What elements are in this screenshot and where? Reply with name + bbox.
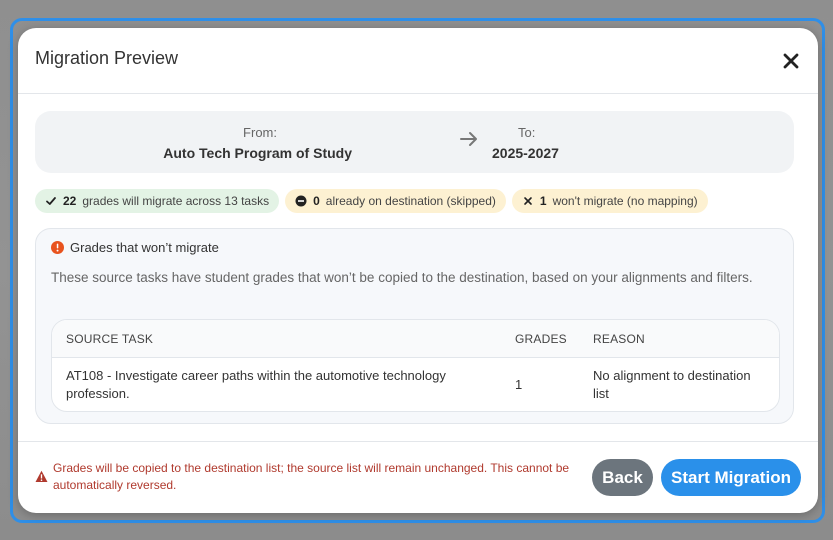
cell-grades: 1 [515,377,523,392]
cell-reason: No alignment to destination list [593,368,751,401]
summary-badges: 22 grades will migrate across 13 tasks 0… [35,189,708,213]
table-row: AT108 - Investigate career paths within … [52,359,779,411]
wont-migrate-panel: Grades that won’t migrate These source t… [35,228,794,424]
table-header: SOURCE TASK GRADES REASON [52,320,779,358]
arrow-right-icon [459,130,479,148]
badge-count: 0 [313,194,320,208]
footer-warning-text: Grades will be copied to the destination… [53,461,570,492]
panel-header: Grades that won’t migrate [51,240,219,255]
column-reason: REASON [593,332,645,346]
column-source-task: SOURCE TASK [66,332,154,346]
to-label: To: [518,125,536,140]
badge-skipped: 0 already on destination (skipped) [285,189,506,213]
check-icon [45,195,57,207]
modal-footer: Grades will be copied to the destination… [18,441,818,513]
cell-source-task: AT108 - Investigate career paths within … [66,368,446,401]
info-icon [51,241,64,254]
to-value: 2025-2027 [492,145,559,161]
badge-text: won't migrate (no mapping) [552,194,698,208]
from-block: From: Auto Tech Program of Study [163,125,352,161]
badge-will-migrate: 22 grades will migrate across 13 tasks [35,189,280,213]
badge-text: grades will migrate across 13 tasks [82,194,270,208]
panel-title: Grades that won’t migrate [70,240,219,255]
minus-circle-icon [295,195,307,207]
badge-text: already on destination (skipped) [325,194,496,208]
close-button[interactable] [780,50,802,72]
badge-count: 22 [63,194,77,208]
modal-header: Migration Preview [18,28,818,94]
modal-title: Migration Preview [35,48,179,68]
migration-route: From: Auto Tech Program of Study To: 202… [35,111,794,173]
from-label: From: [243,125,277,140]
close-icon [783,53,799,69]
migration-preview-modal: Migration Preview From: Auto Tech Progra… [18,28,818,513]
back-button[interactable]: Back [592,459,653,496]
to-block: To: 2025-2027 [492,125,559,161]
badge-count: 1 [539,194,547,208]
column-grades: GRADES [515,332,567,346]
wont-migrate-table: SOURCE TASK GRADES REASON AT108 - Invest… [51,319,780,412]
panel-description: These source tasks have student grades t… [51,270,753,285]
badge-wont-migrate: 1 won't migrate (no mapping) [511,189,708,213]
warning-triangle-icon [35,470,48,483]
start-migration-button[interactable]: Start Migration [661,459,801,496]
from-value: Auto Tech Program of Study [163,145,352,161]
footer-warning: Grades will be copied to the destination… [35,460,575,494]
x-icon [522,195,534,207]
